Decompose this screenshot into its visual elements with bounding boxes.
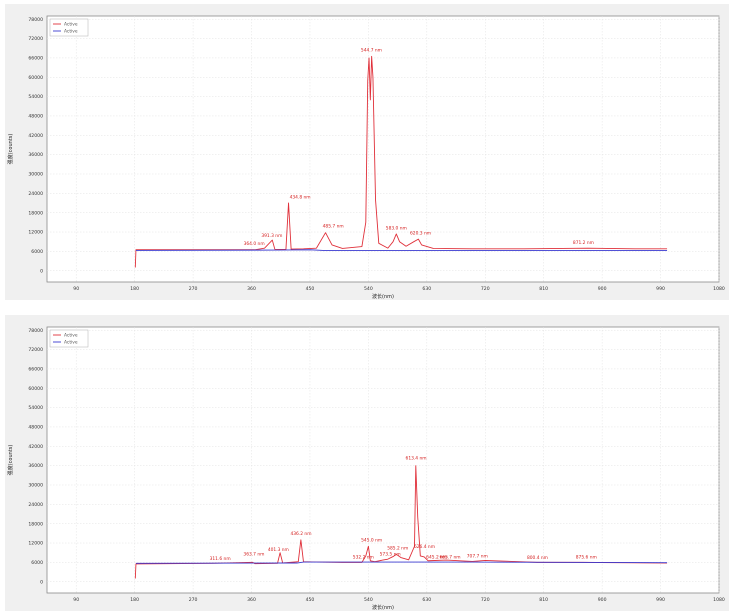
plot-area bbox=[46, 15, 720, 283]
y-tick-label: 0 bbox=[40, 579, 43, 585]
x-tick-label: 540 bbox=[364, 597, 373, 603]
y-tick-label: 0 bbox=[40, 268, 43, 274]
spectrum-panel-top: 0 6000 12000 18000 24000 30000 36000 42000 48000… bbox=[5, 4, 729, 300]
y-tick-label: 78000 bbox=[28, 328, 43, 334]
peak-label: 875.6 nm bbox=[576, 554, 597, 560]
peak-label: 363.7 nm bbox=[243, 552, 264, 558]
x-tick-label: 90 bbox=[73, 286, 79, 292]
y-tick-label: 12000 bbox=[28, 541, 43, 547]
x-tick-label: 900 bbox=[598, 597, 607, 603]
y-tick-label: 24000 bbox=[28, 191, 43, 197]
y-tick-label: 66000 bbox=[28, 56, 43, 62]
x-tick-label: 180 bbox=[130, 286, 139, 292]
peak-label: 545.0 nm bbox=[361, 538, 382, 544]
x-tick-label: 1080 bbox=[713, 286, 725, 292]
y-tick-label: 42000 bbox=[28, 444, 43, 450]
y-tick-label: 60000 bbox=[28, 75, 43, 81]
y-tick-label: 66000 bbox=[28, 367, 43, 373]
x-tick-label: 270 bbox=[189, 286, 198, 292]
spectrum-panel-bottom: 0 6000 12000 18000 24000 30000 36000 42000 48000… bbox=[5, 315, 729, 611]
peak-label: 620.3 nm bbox=[410, 231, 431, 237]
peak-label: 707.7 nm bbox=[467, 554, 488, 560]
y-tick-label: 72000 bbox=[28, 347, 43, 353]
legend-entry: Active bbox=[64, 340, 78, 346]
peak-label: 665.7 nm bbox=[439, 554, 460, 560]
peak-label: 485.7 nm bbox=[323, 223, 344, 229]
x-axis-label: 波长(nm) bbox=[372, 604, 394, 611]
peak-label: 585.2 nm bbox=[387, 546, 408, 552]
y-tick-label: 6000 bbox=[31, 560, 43, 566]
x-tick-label: 720 bbox=[481, 597, 490, 603]
y-tick-label: 30000 bbox=[28, 483, 43, 489]
x-axis-label: 波长(nm) bbox=[372, 293, 394, 300]
x-tick-label: 1080 bbox=[713, 597, 725, 603]
peak-label: 391.3 nm bbox=[261, 233, 282, 239]
y-axis-label: 强度(counts) bbox=[7, 445, 14, 476]
peak-label: 613.4 nm bbox=[406, 455, 427, 461]
spectrum-chart-bottom: 0 6000 12000 18000 24000 30000 36000 42000 48000… bbox=[7, 326, 725, 611]
legend-entry: Active bbox=[64, 22, 78, 28]
y-tick-label: 60000 bbox=[28, 386, 43, 392]
y-tick-label: 48000 bbox=[28, 425, 43, 431]
x-tick-label: 630 bbox=[422, 597, 431, 603]
peak-label: 401.3 nm bbox=[268, 547, 289, 553]
peak-label: 434.8 nm bbox=[290, 194, 311, 200]
y-tick-label: 6000 bbox=[31, 249, 43, 255]
x-tick-label: 450 bbox=[306, 286, 315, 292]
x-tick-label: 810 bbox=[539, 286, 548, 292]
legend: ActiveActive bbox=[49, 329, 89, 348]
x-tick-label: 540 bbox=[364, 286, 373, 292]
peak-label: 364.0 nm bbox=[244, 241, 265, 247]
y-tick-label: 24000 bbox=[28, 502, 43, 508]
y-tick-label: 30000 bbox=[28, 172, 43, 178]
y-tick-label: 54000 bbox=[28, 405, 43, 411]
y-tick-label: 12000 bbox=[28, 230, 43, 236]
peak-label: 871.2 nm bbox=[573, 240, 594, 246]
peak-label: 532.2 nm bbox=[353, 554, 374, 560]
spectrum-chart-top: 0 6000 12000 18000 24000 30000 36000 42000 48000… bbox=[7, 15, 725, 300]
x-tick-label: 900 bbox=[598, 286, 607, 292]
legend-entry: Active bbox=[64, 29, 78, 35]
x-tick-label: 630 bbox=[422, 286, 431, 292]
peak-label: 436.2 nm bbox=[290, 531, 311, 537]
y-tick-label: 54000 bbox=[28, 94, 43, 100]
peak-label: 544.7 nm bbox=[361, 48, 382, 54]
x-tick-label: 810 bbox=[539, 597, 548, 603]
y-tick-label: 48000 bbox=[28, 114, 43, 120]
y-tick-label: 18000 bbox=[28, 521, 43, 527]
peak-label: 573.5 nm bbox=[380, 552, 401, 558]
x-tick-label: 990 bbox=[656, 597, 665, 603]
x-tick-label: 450 bbox=[306, 597, 315, 603]
x-tick-label: 360 bbox=[247, 286, 256, 292]
legend-entry: Active bbox=[64, 333, 78, 339]
x-tick-label: 180 bbox=[130, 597, 139, 603]
x-tick-label: 270 bbox=[189, 597, 198, 603]
y-axis-label: 强度(counts) bbox=[7, 134, 14, 165]
peak-label: 800.4 nm bbox=[527, 555, 548, 561]
x-tick-label: 990 bbox=[656, 286, 665, 292]
y-tick-label: 72000 bbox=[28, 36, 43, 42]
x-tick-label: 720 bbox=[481, 286, 490, 292]
legend: ActiveActive bbox=[49, 18, 89, 37]
y-tick-label: 36000 bbox=[28, 152, 43, 158]
peak-label: 583.0 nm bbox=[386, 226, 407, 232]
peak-label: 626.4 nm bbox=[414, 544, 435, 550]
y-tick-label: 42000 bbox=[28, 133, 43, 139]
peak-label: 311.6 nm bbox=[210, 556, 231, 562]
x-tick-label: 90 bbox=[73, 597, 79, 603]
y-tick-label: 36000 bbox=[28, 463, 43, 469]
y-tick-label: 18000 bbox=[28, 210, 43, 216]
y-tick-label: 78000 bbox=[28, 17, 43, 23]
x-tick-label: 360 bbox=[247, 597, 256, 603]
